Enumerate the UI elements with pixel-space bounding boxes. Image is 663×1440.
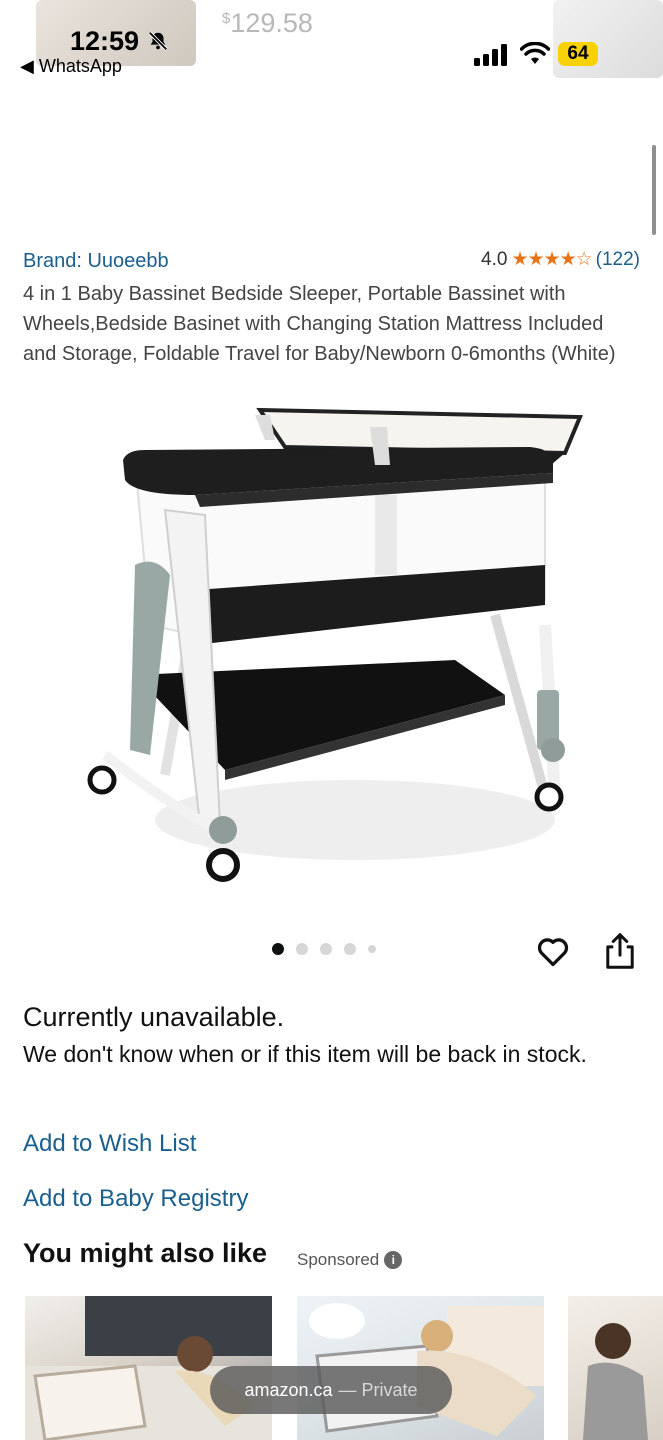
carousel-dot[interactable] <box>296 943 308 955</box>
previous-product-price: $129.58 <box>222 8 313 38</box>
brand-link[interactable]: Brand: Uuoeebb <box>23 250 169 273</box>
sponsored-label[interactable]: Sponsored i <box>297 1250 403 1270</box>
browser-address-pill[interactable]: amazon.ca — Private <box>210 1366 452 1414</box>
carousel-dot[interactable] <box>344 943 356 955</box>
rating-summary[interactable]: 4.0 ★★★★☆ (122) <box>481 248 640 271</box>
product-image[interactable] <box>75 405 595 890</box>
availability-headline: Currently unavailable. <box>23 1002 285 1032</box>
product-title: 4 in 1 Baby Bassinet Bedside Sleeper, Po… <box>23 283 616 365</box>
wifi-icon <box>520 42 550 64</box>
share-icon[interactable] <box>603 932 637 970</box>
recommended-product-card[interactable] <box>568 1296 663 1440</box>
availability-detail: We don't know when or if this item will … <box>23 1041 587 1067</box>
carousel-dot[interactable] <box>272 943 284 955</box>
battery-indicator: 64 <box>558 42 598 66</box>
rating-value: 4.0 <box>481 248 508 270</box>
heart-icon[interactable] <box>535 933 571 969</box>
star-rating-icon: ★★★★☆ <box>511 249 592 270</box>
status-time: 12:59 <box>70 26 169 57</box>
image-carousel-indicators[interactable] <box>272 943 376 955</box>
rating-count[interactable]: (122) <box>596 249 640 271</box>
recommended-product-image <box>583 1323 648 1440</box>
recommendations-heading: You might also like <box>23 1238 268 1268</box>
browser-private-label: — Private <box>338 1379 418 1400</box>
scrollbar[interactable] <box>652 145 656 235</box>
info-icon[interactable]: i <box>384 1251 403 1269</box>
add-to-baby-registry-link[interactable]: Add to Baby Registry <box>23 1185 248 1213</box>
carousel-dot[interactable] <box>320 943 332 955</box>
carousel-dot[interactable] <box>368 945 376 953</box>
signal-icon <box>474 44 507 66</box>
bell-slash-icon <box>148 31 168 51</box>
add-to-wish-list-link[interactable]: Add to Wish List <box>23 1130 196 1158</box>
back-to-app-link[interactable]: ◀ WhatsApp <box>20 56 122 77</box>
browser-domain: amazon.ca <box>244 1379 333 1400</box>
previous-product-thumbnail-right[interactable] <box>553 0 663 78</box>
